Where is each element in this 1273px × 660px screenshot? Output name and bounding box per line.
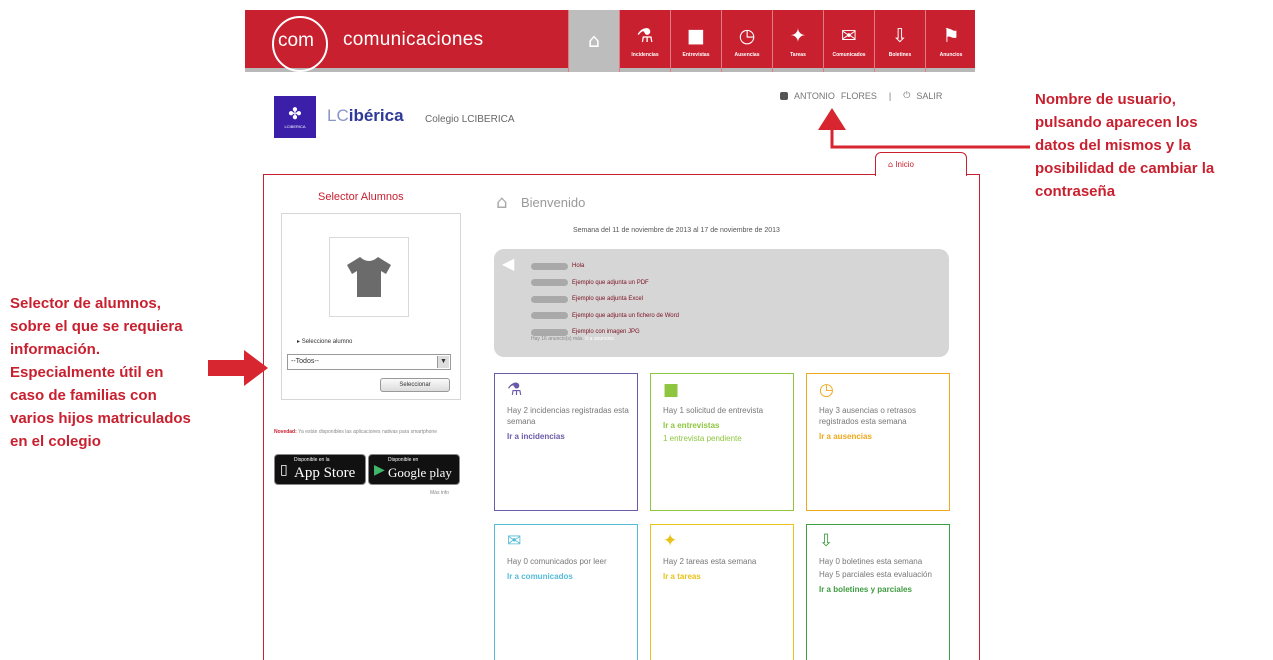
username-arrow [818, 108, 1030, 149]
screenshot-stage: com comunicaciones ⌂ ⚗ Incidencias ■ Ent… [0, 0, 1273, 660]
callout-arrows [208, 108, 1030, 386]
selector-arrow [208, 350, 268, 386]
